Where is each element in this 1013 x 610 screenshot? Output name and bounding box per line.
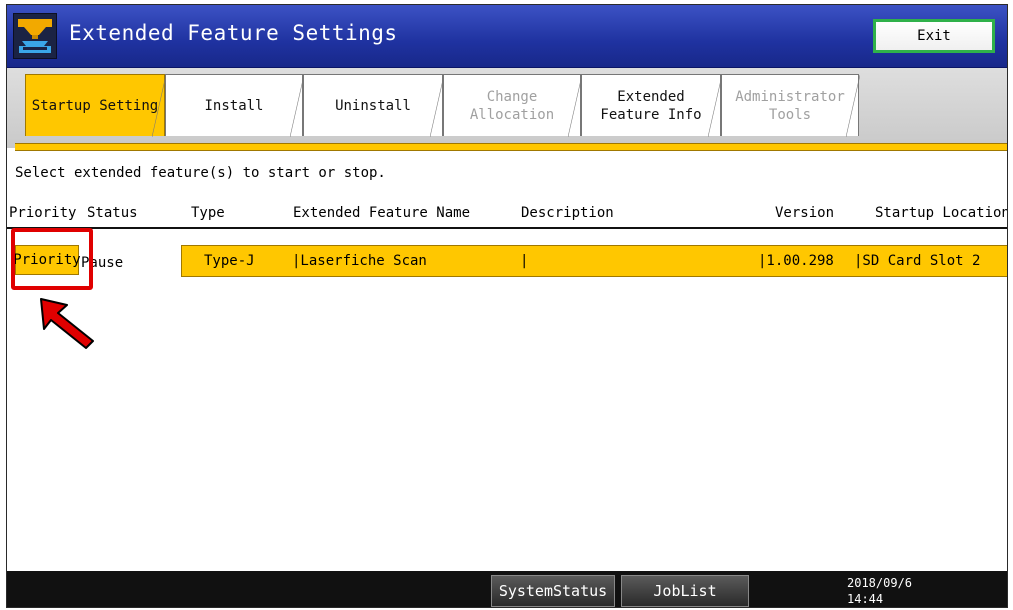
- feature-type: Type-J: [204, 253, 255, 269]
- feature-version: |1.00.298: [758, 253, 834, 269]
- column-headers: Priority Status Type Extended Feature Na…: [7, 203, 1007, 229]
- feature-row[interactable]: Type-J |Laserfiche Scan | |1.00.298 |SD …: [181, 245, 1007, 277]
- column-header-status: Status: [87, 205, 138, 221]
- extended-feature-settings-window: Extended Feature Settings Exit Startup S…: [6, 4, 1008, 608]
- tab-underline: [15, 143, 1007, 151]
- tab-uninstall[interactable]: Uninstall: [303, 74, 444, 137]
- date-text: 2018/09/6: [847, 576, 913, 590]
- feature-name: |Laserfiche Scan: [292, 253, 427, 269]
- window-title: Extended Feature Settings: [69, 21, 398, 45]
- datetime: 2018/09/6 14:44: [847, 575, 912, 607]
- instruction-text: Select extended feature(s) to start or s…: [15, 165, 386, 181]
- tab-administrator-tools[interactable]: Administrator Tools: [721, 74, 860, 137]
- column-header-startup-location: Startup Location: [875, 205, 1008, 221]
- column-header-version: Version: [775, 205, 835, 221]
- column-header-priority: Priority: [9, 205, 77, 221]
- red-arrow-icon: [37, 297, 97, 353]
- tab-bar: Startup Setting Install Uninstall Change…: [7, 68, 1007, 148]
- annotation-highlight-box: [11, 228, 93, 290]
- column-header-description: Description: [521, 205, 614, 221]
- tab-install[interactable]: Install: [165, 74, 304, 137]
- footer-bar: SystemStatus JobList 2018/09/6 14:44: [7, 571, 1007, 607]
- title-bar: Extended Feature Settings Exit: [7, 5, 1007, 68]
- column-header-type: Type: [191, 205, 225, 221]
- exit-button[interactable]: Exit: [873, 19, 995, 53]
- tab-extended-feature-info[interactable]: Extended Feature Info: [581, 74, 722, 137]
- feature-description: |: [520, 253, 529, 269]
- tab-startup-setting[interactable]: Startup Setting: [25, 74, 166, 137]
- column-header-name: Extended Feature Name: [293, 205, 471, 221]
- system-status-button[interactable]: SystemStatus: [491, 575, 615, 607]
- tab-change-allocation[interactable]: Change Allocation: [443, 74, 582, 137]
- feature-startup-location: |SD Card Slot 2: [854, 253, 981, 269]
- extended-feature-icon: [13, 13, 57, 59]
- time-text: 14:44: [847, 592, 884, 606]
- job-list-button[interactable]: JobList: [621, 575, 749, 607]
